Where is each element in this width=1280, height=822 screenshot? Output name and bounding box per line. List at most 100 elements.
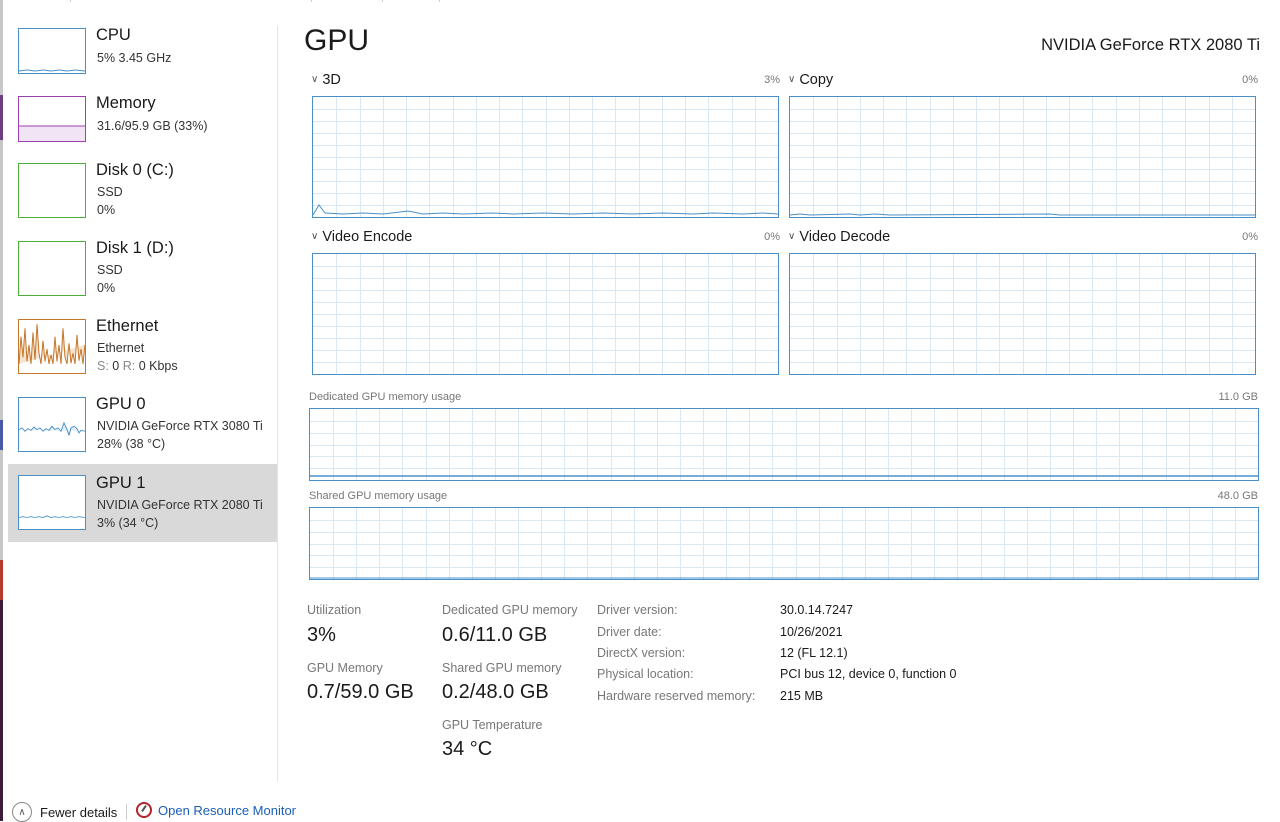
dedicated-memory-value: 0.6/11.0 GB xyxy=(442,624,548,646)
chevron-up-icon: ∧ xyxy=(12,802,32,822)
gpu-0-thumbnail-graph xyxy=(18,397,86,452)
sidebar-item-detail: NVIDIA GeForce RTX 3080 Ti xyxy=(97,419,263,433)
ethernet-throughput: S: 0 R: 0 Kbps xyxy=(97,359,178,373)
dedicated-memory-graph-max: 11.0 GB xyxy=(1218,391,1258,403)
sidebar-item-title: Disk 0 (C:) xyxy=(96,161,174,179)
sidebar-item-ethernet[interactable]: Ethernet Ethernet S: 0 R: 0 Kbps xyxy=(8,317,277,395)
sidebar-divider xyxy=(277,26,278,781)
graph-copy xyxy=(789,96,1256,218)
graph-label-3d[interactable]: ∨ 3D xyxy=(311,72,341,88)
chevron-down-icon: ∨ xyxy=(788,231,796,242)
device-name: NVIDIA GeForce RTX 2080 Ti xyxy=(1041,36,1260,54)
sidebar-item-percent: 28% (38 °C) xyxy=(97,437,166,451)
sidebar-item-detail: SSD xyxy=(97,185,123,199)
ethernet-thumbnail-graph xyxy=(18,319,86,374)
memory-thumbnail-graph xyxy=(18,96,86,142)
directx-version-label: DirectX version: xyxy=(597,646,686,660)
chevron-down-icon: ∨ xyxy=(788,74,796,85)
graph-percent-video-decode: 0% xyxy=(1242,231,1258,243)
engine-selector-video-encode: Video Encode xyxy=(322,229,413,245)
sidebar-item-detail: 31.6/95.9 GB (33%) xyxy=(97,119,208,133)
driver-date-value: 10/26/2021 xyxy=(780,625,843,639)
footer-divider xyxy=(126,804,127,820)
sidebar-item-gpu-1[interactable]: GPU 1 NVIDIA GeForce RTX 2080 Ti 3% (34 … xyxy=(8,464,277,542)
shared-memory-label: Shared GPU memory xyxy=(442,661,562,675)
graph-copy-line xyxy=(790,213,1255,216)
sidebar-item-percent: 3% (34 °C) xyxy=(97,516,159,530)
graph-percent-video-encode: 0% xyxy=(764,231,780,243)
dedicated-memory-graph-label: Dedicated GPU memory usage xyxy=(309,391,462,403)
sidebar-item-gpu-0[interactable]: GPU 0 NVIDIA GeForce RTX 3080 Ti 28% (38… xyxy=(8,395,277,473)
shared-memory-graph-max: 48.0 GB xyxy=(1217,490,1258,502)
cpu-thumbnail-graph xyxy=(18,28,86,74)
fewer-details-button[interactable]: ∧ Fewer details xyxy=(12,802,117,822)
graph-percent-3d: 3% xyxy=(764,74,780,86)
sidebar-item-detail: NVIDIA GeForce RTX 2080 Ti xyxy=(97,498,263,512)
utilization-label: Utilization xyxy=(307,603,362,617)
sidebar-item-detail: 5% 3.45 GHz xyxy=(97,51,172,65)
page-title: GPU xyxy=(304,24,370,57)
sidebar-item-memory[interactable]: Memory 31.6/95.9 GB (33%) xyxy=(8,94,277,170)
shared-memory-graph-label: Shared GPU memory usage xyxy=(309,490,448,502)
footer: ∧ Fewer details Open Resource Monitor xyxy=(0,795,1280,822)
dedicated-memory-label: Dedicated GPU memory xyxy=(442,603,578,617)
graph-label-video-decode[interactable]: ∨ Video Decode xyxy=(788,229,890,245)
graph-percent-copy: 0% xyxy=(1242,74,1258,86)
sidebar-item-percent: 0% xyxy=(97,203,116,217)
sidebar-item-title: Disk 1 (D:) xyxy=(96,239,174,257)
graph-video-decode xyxy=(789,253,1256,375)
gpu-memory-value: 0.7/59.0 GB xyxy=(307,681,414,703)
engine-selector-3d: 3D xyxy=(322,72,341,88)
chevron-down-icon: ∨ xyxy=(311,231,319,242)
physical-location-value: PCI bus 12, device 0, function 0 xyxy=(780,667,957,681)
sidebar-item-title: GPU 0 xyxy=(96,395,146,413)
sidebar-item-percent: 0% xyxy=(97,281,116,295)
graph-label-copy[interactable]: ∨ Copy xyxy=(788,72,833,88)
send-label: S: xyxy=(97,359,109,373)
graph-label-video-encode[interactable]: ∨ Video Encode xyxy=(311,229,412,245)
graph-shared-memory-line xyxy=(310,577,1258,579)
open-resource-monitor-label: Open Resource Monitor xyxy=(158,802,297,818)
receive-value: 0 Kbps xyxy=(138,359,178,373)
graph-dedicated-memory-line xyxy=(310,475,1258,477)
fewer-details-label: Fewer details xyxy=(40,804,118,820)
sidebar-item-detail: Ethernet xyxy=(97,341,145,355)
top-tab-strip xyxy=(0,0,1280,3)
driver-version-label: Driver version: xyxy=(597,603,678,617)
sidebar-item-cpu[interactable]: CPU 5% 3.45 GHz xyxy=(8,18,277,94)
gpu-temperature-value: 34 °C xyxy=(442,738,493,760)
sidebar-item-title: CPU xyxy=(96,26,131,44)
disk-1-thumbnail-graph xyxy=(18,241,86,296)
hardware-reserved-memory-value: 215 MB xyxy=(780,689,824,703)
sidebar-item-detail: SSD xyxy=(97,263,123,277)
open-resource-monitor-link[interactable]: Open Resource Monitor xyxy=(136,802,296,818)
send-value: 0 xyxy=(112,359,120,373)
sidebar-item-title: GPU 1 xyxy=(96,474,146,492)
gpu-temperature-label: GPU Temperature xyxy=(442,718,543,732)
graph-dedicated-memory xyxy=(309,408,1259,481)
sidebar-item-title: Memory xyxy=(96,94,156,112)
shared-memory-value: 0.2/48.0 GB xyxy=(442,681,549,703)
engine-selector-copy: Copy xyxy=(799,72,834,88)
gpu-memory-label: GPU Memory xyxy=(307,661,383,675)
physical-location-label: Physical location: xyxy=(597,667,694,681)
graph-3d-line xyxy=(313,204,778,216)
directx-version-value: 12 (FL 12.1) xyxy=(780,646,848,660)
chevron-down-icon: ∨ xyxy=(311,74,319,85)
graph-3d xyxy=(312,96,779,218)
graph-video-encode xyxy=(312,253,779,375)
hardware-reserved-memory-label: Hardware reserved memory: xyxy=(597,689,756,703)
utilization-value: 3% xyxy=(307,624,336,646)
disk-0-thumbnail-graph xyxy=(18,163,86,218)
sidebar-item-disk-0[interactable]: Disk 0 (C:) SSD 0% xyxy=(8,161,277,239)
graph-shared-memory xyxy=(309,507,1259,580)
driver-date-label: Driver date: xyxy=(597,625,662,639)
engine-selector-video-decode: Video Decode xyxy=(799,229,891,245)
receive-label: R: xyxy=(122,359,136,373)
resource-monitor-icon xyxy=(136,802,152,818)
driver-version-value: 30.0.14.7247 xyxy=(780,603,853,617)
sidebar-item-disk-1[interactable]: Disk 1 (D:) SSD 0% xyxy=(8,239,277,317)
gpu-1-thumbnail-graph xyxy=(18,475,86,530)
desktop-edge xyxy=(0,0,3,821)
sidebar-item-title: Ethernet xyxy=(96,317,159,335)
